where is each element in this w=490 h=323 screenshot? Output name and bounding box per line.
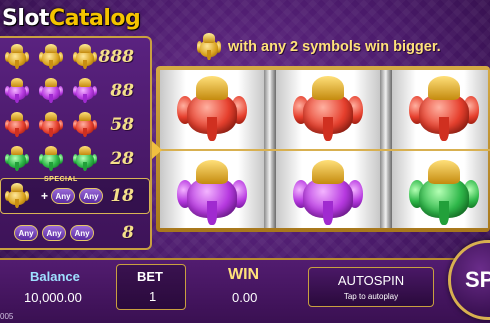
red-ganesh-icon (38, 112, 64, 138)
autospin-sublabel: Tap to autoplay (343, 292, 399, 301)
paytable-row-red: 58 (0, 108, 150, 142)
autospin-label: AUTOSPIN (337, 273, 405, 288)
purple-ganesh-icon (176, 160, 248, 228)
bet-label: BET (137, 269, 163, 284)
win-label: WIN (228, 266, 260, 283)
game-stage: SlotCatalog 888 88 58 28 SPECIAL + Any A… (0, 0, 490, 323)
any-badge: Any (51, 188, 76, 204)
red-ganesh-icon (4, 112, 30, 138)
balance-value: 10,000.00 (24, 290, 82, 305)
gold-ganesh-icon (72, 44, 98, 70)
gold-ganesh-icon (4, 183, 30, 209)
paytable-row-gold: 888 (0, 40, 150, 74)
payout-value: 18 (110, 186, 134, 206)
purple-ganesh-icon (292, 160, 364, 228)
reel-1-symbol-bottom (176, 160, 248, 228)
payout-value: 28 (110, 149, 134, 169)
reel-3-symbol-top (408, 76, 480, 144)
payout-value: 888 (98, 47, 135, 67)
payout-value: 8 (122, 223, 134, 243)
plus-icon: + (41, 189, 49, 203)
gold-ganesh-icon (38, 44, 64, 70)
reel-1-symbol-top (176, 76, 248, 144)
red-ganesh-icon (72, 112, 98, 138)
slotcatalog-logo: SlotCatalog (2, 6, 141, 31)
any-badge: Any (79, 188, 104, 204)
purple-ganesh-icon (38, 78, 64, 104)
reel-2-symbol-top (292, 76, 364, 144)
win-value: 0.00 (232, 290, 258, 305)
any-badge: Any (14, 225, 38, 241)
autospin-button[interactable]: AUTOSPIN Tap to autoplay (308, 267, 434, 307)
red-ganesh-icon (292, 76, 364, 144)
green-ganesh-icon (72, 146, 98, 172)
bet-button[interactable]: BET 1 (116, 264, 186, 310)
any-badge: Any (42, 225, 66, 241)
payout-value: 58 (110, 115, 134, 135)
paytable-row-special: + Any Any 18 (0, 179, 150, 213)
info-banner: with any 2 symbols win bigger. (196, 32, 441, 62)
gold-ganesh-icon (196, 33, 222, 61)
payline (156, 149, 490, 151)
bet-value: 1 (149, 289, 157, 304)
logo-part-1: Slot (2, 6, 50, 31)
purple-ganesh-icon (4, 78, 30, 104)
banner-text: with any 2 symbols win bigger. (228, 39, 441, 55)
logo-part-2: Catalog (49, 6, 141, 31)
payline-marker-left (152, 141, 162, 159)
reel-3-symbol-bottom (408, 160, 480, 228)
red-ganesh-icon (176, 76, 248, 144)
paytable-row-any: Any Any Any 8 (0, 216, 150, 250)
green-ganesh-icon (408, 160, 480, 228)
red-ganesh-icon (408, 76, 480, 144)
paytable-row-purple: 88 (0, 74, 150, 108)
any-badge: Any (70, 225, 94, 241)
paytable-panel: 888 88 58 28 SPECIAL + Any Any 18 Any An… (0, 36, 152, 250)
balance-label: Balance (30, 269, 80, 284)
payout-value: 88 (110, 81, 134, 101)
purple-ganesh-icon (72, 78, 98, 104)
reel-2-symbol-bottom (292, 160, 364, 228)
green-ganesh-icon (4, 146, 30, 172)
spin-label: SP (465, 267, 490, 292)
version-text: 005 (0, 312, 14, 321)
gold-ganesh-icon (4, 44, 30, 70)
paytable-row-green: 28 (0, 142, 150, 176)
green-ganesh-icon (38, 146, 64, 172)
